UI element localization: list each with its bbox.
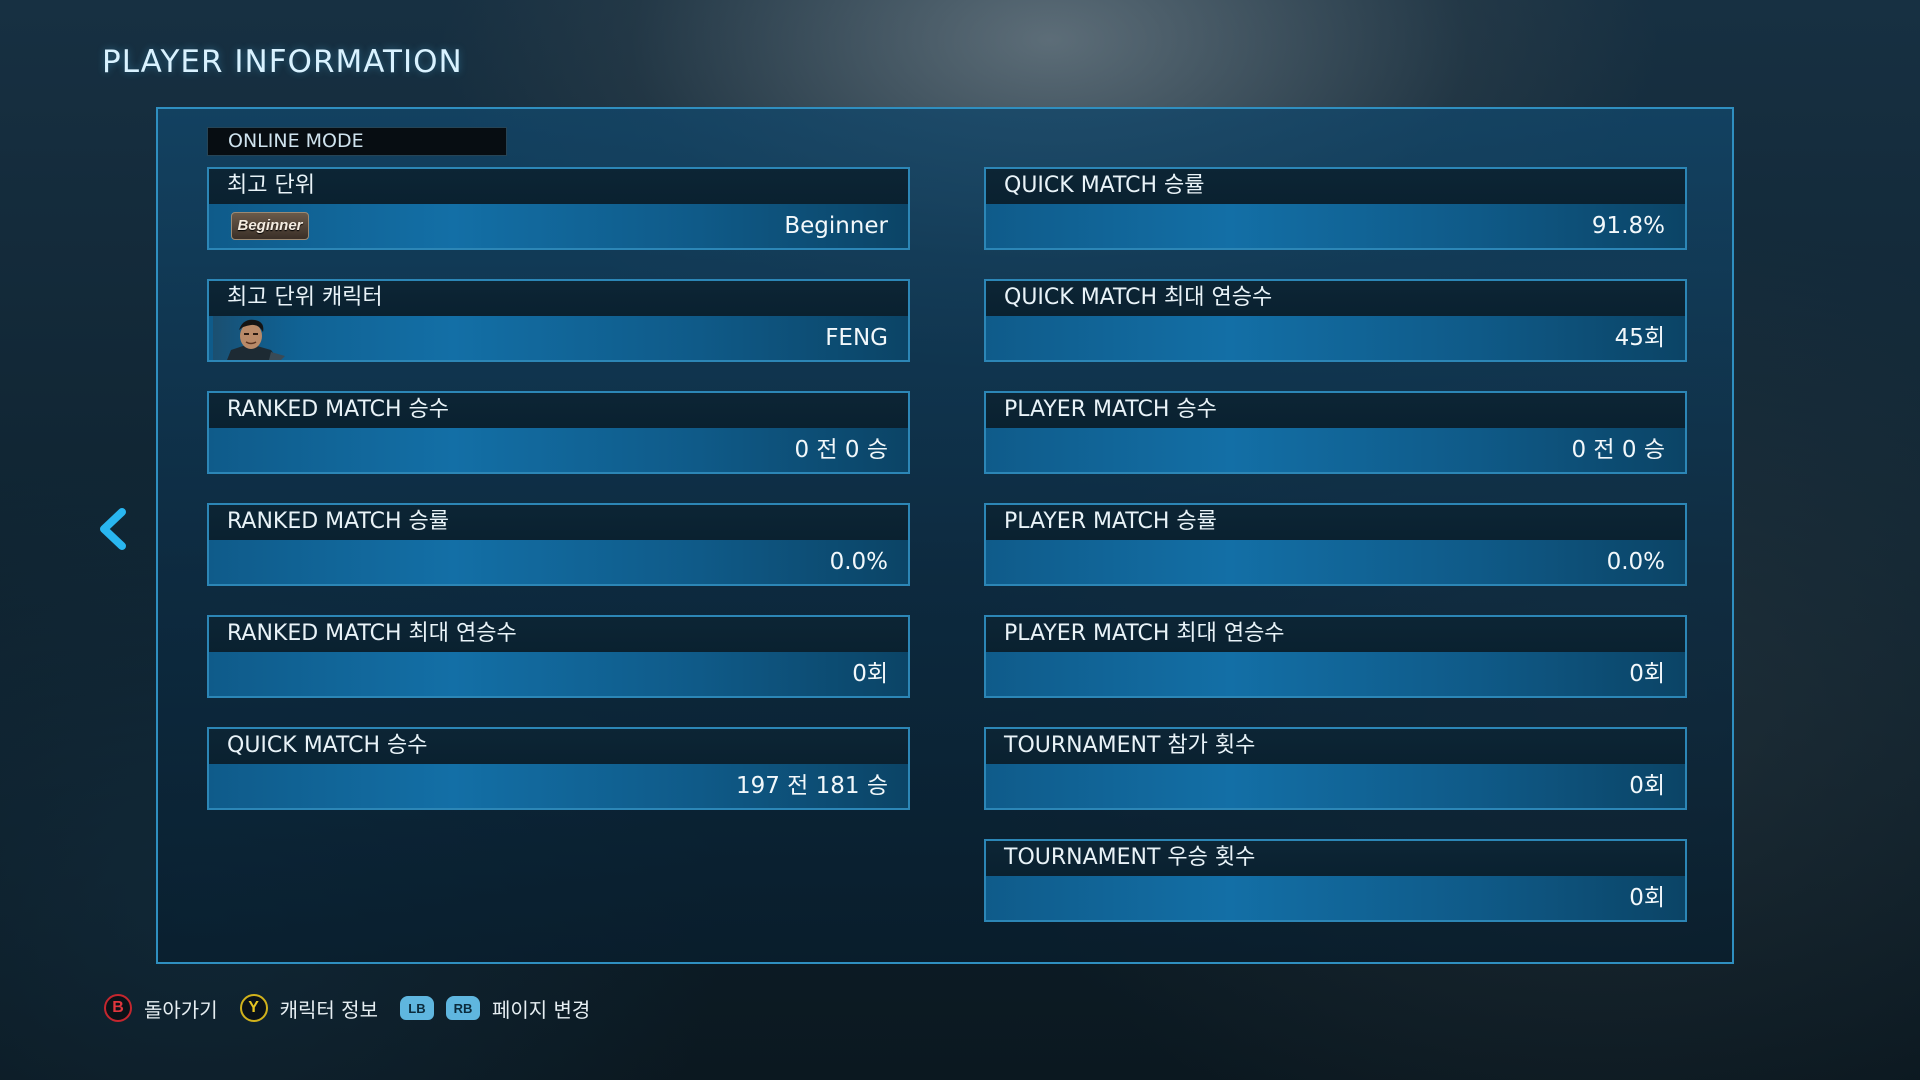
stat-value: 91.8%	[1591, 213, 1665, 239]
stat-value-bar	[986, 764, 1685, 808]
stat-value-bar	[986, 876, 1685, 920]
stat-card-tournament-entries: TOURNAMENT 참가 횟수 0회	[984, 727, 1687, 810]
stat-card-ranked-wins: RANKED MATCH 승수 0 전 0 승	[207, 391, 910, 474]
stat-value: Beginner	[784, 213, 888, 239]
stat-label: RANKED MATCH 승률	[209, 505, 908, 540]
stat-label: TOURNAMENT 참가 횟수	[986, 729, 1685, 764]
back-label: 돌아가기	[144, 997, 218, 1022]
lb-button-icon: LB	[399, 996, 434, 1020]
stat-value: 45회	[1614, 325, 1665, 351]
chevron-left-icon[interactable]	[94, 508, 130, 550]
stat-value: FENG	[825, 325, 888, 351]
stat-label: PLAYER MATCH 승률	[986, 505, 1685, 540]
mode-label: ONLINE MODE	[207, 127, 507, 156]
stat-value: 0 전 0 승	[1571, 437, 1665, 463]
stat-card-ranked-win-rate: RANKED MATCH 승률 0.0%	[207, 503, 910, 586]
stat-card-highest-rank-character: 최고 단위 캐릭터 FENG	[207, 279, 910, 362]
button-prompts: B 돌아가기 Y 캐릭터 정보 LB RB 페이지 변경	[104, 990, 612, 1026]
player-information-screen: PLAYER INFORMATION ONLINE MODE 최고 단위 Beg…	[0, 0, 1920, 1080]
stat-value: 0회	[1629, 885, 1665, 911]
page-title: PLAYER INFORMATION	[102, 44, 463, 80]
character-portrait-icon	[213, 316, 303, 360]
back-prompt[interactable]: B 돌아가기	[104, 994, 218, 1023]
stat-value: 0회	[1629, 661, 1665, 687]
stat-value: 0.0%	[1606, 549, 1665, 575]
rank-badge-icon: Beginner	[231, 212, 309, 240]
page-change-label: 페이지 변경	[491, 997, 591, 1022]
stat-value-bar	[986, 540, 1685, 584]
stat-label: RANKED MATCH 최대 연승수	[209, 617, 908, 652]
stat-label: QUICK MATCH 승수	[209, 729, 908, 764]
stat-value-bar	[986, 652, 1685, 696]
stat-value-bar	[209, 316, 908, 360]
stat-value: 0회	[852, 661, 888, 687]
rb-button-icon: RB	[445, 996, 480, 1020]
stat-value-bar	[209, 540, 908, 584]
stat-card-tournament-wins: TOURNAMENT 우승 횟수 0회	[984, 839, 1687, 922]
stat-value-bar	[986, 316, 1685, 360]
stat-label: TOURNAMENT 우승 횟수	[986, 841, 1685, 876]
stat-value: 0 전 0 승	[794, 437, 888, 463]
stat-card-highest-rank: 최고 단위 Beginner Beginner	[207, 167, 910, 250]
stat-card-player-match-max-streak: PLAYER MATCH 최대 연승수 0회	[984, 615, 1687, 698]
stat-label: QUICK MATCH 승률	[986, 169, 1685, 204]
stat-label: 최고 단위	[209, 169, 908, 204]
y-button-icon: Y	[239, 994, 268, 1022]
stat-card-quick-match-wins: QUICK MATCH 승수 197 전 181 승	[207, 727, 910, 810]
stat-label: PLAYER MATCH 최대 연승수	[986, 617, 1685, 652]
stat-label: 최고 단위 캐릭터	[209, 281, 908, 316]
stat-card-player-match-wins: PLAYER MATCH 승수 0 전 0 승	[984, 391, 1687, 474]
stat-value-bar	[209, 652, 908, 696]
stat-value-bar	[986, 204, 1685, 248]
stat-card-ranked-max-streak: RANKED MATCH 최대 연승수 0회	[207, 615, 910, 698]
stat-card-quick-match-win-rate: QUICK MATCH 승률 91.8%	[984, 167, 1687, 250]
stat-card-player-match-win-rate: PLAYER MATCH 승률 0.0%	[984, 503, 1687, 586]
stat-label: PLAYER MATCH 승수	[986, 393, 1685, 428]
stat-label: QUICK MATCH 최대 연승수	[986, 281, 1685, 316]
stat-value: 197 전 181 승	[735, 773, 888, 799]
stat-value: 0.0%	[829, 549, 888, 575]
stat-value: 0회	[1629, 773, 1665, 799]
page-change-prompt[interactable]: LB RB 페이지 변경	[399, 994, 591, 1023]
b-button-icon: B	[104, 994, 132, 1022]
character-info-prompt[interactable]: Y 캐릭터 정보	[239, 994, 378, 1023]
stat-card-quick-match-max-streak: QUICK MATCH 최대 연승수 45회	[984, 279, 1687, 362]
stat-label: RANKED MATCH 승수	[209, 393, 908, 428]
character-info-label: 캐릭터 정보	[279, 997, 378, 1022]
